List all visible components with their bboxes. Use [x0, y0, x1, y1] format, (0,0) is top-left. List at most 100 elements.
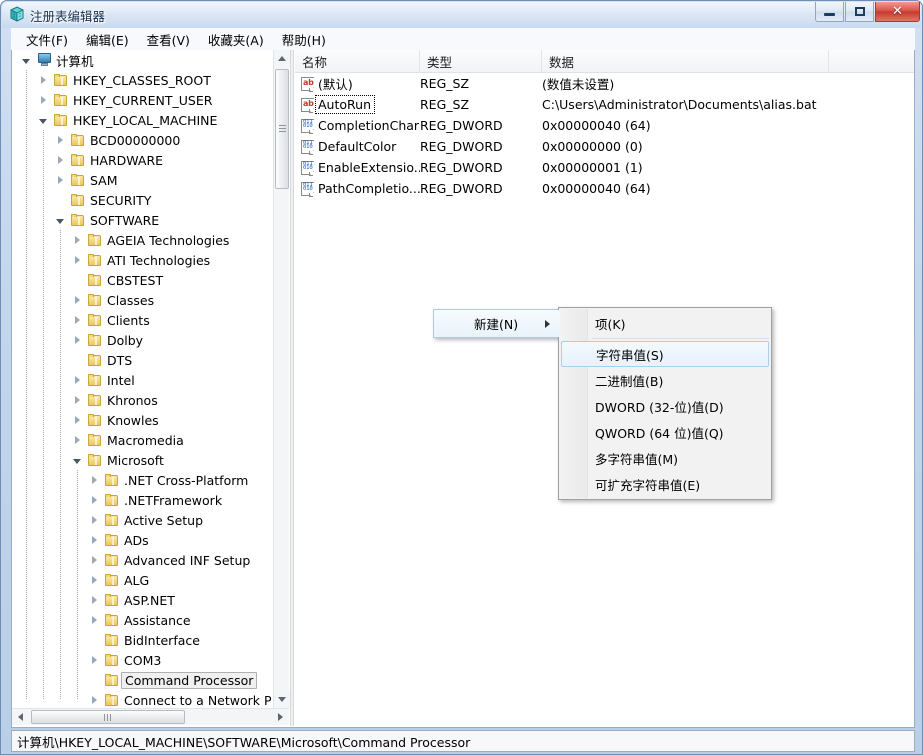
tree-item-software[interactable]: SOFTWARE — [12, 210, 274, 230]
tree-item-active-setup[interactable]: Active Setup — [12, 510, 274, 530]
tree-item-cbstest[interactable]: CBSTEST — [12, 270, 274, 290]
tree-item-dolby[interactable]: Dolby — [12, 330, 274, 350]
tree-expand-arrow[interactable] — [52, 170, 68, 190]
tree-item-ageia-technologies[interactable]: AGEIA Technologies — [12, 230, 274, 250]
tree-scroll-right-button[interactable] — [272, 709, 289, 725]
tree-item-knowles[interactable]: Knowles — [12, 410, 274, 430]
tree-item-assistance[interactable]: Assistance — [12, 610, 274, 630]
table-row[interactable]: 011 010 DefaultColor REG_DWORD 0x00000000 (0… — [295, 136, 914, 157]
tree-expand-arrow[interactable] — [86, 490, 102, 510]
tree-item-alg[interactable]: ALG — [12, 570, 274, 590]
tree-collapse-arrow[interactable] — [69, 450, 85, 470]
context-menu-item[interactable]: QWORD (64 位)值(Q) — [559, 419, 771, 445]
tree-item-com3[interactable]: COM3 — [12, 650, 274, 670]
context-menu-item[interactable]: DWORD (32-位)值(D) — [559, 393, 771, 419]
tree-item-asp-net[interactable]: ASP.NET — [12, 590, 274, 610]
table-row[interactable]: ab (默认) REG_SZ (数值未设置) — [295, 73, 914, 94]
tree-item-command-processor[interactable]: Command Processor — [12, 670, 274, 690]
tree-item-hkey-current-user[interactable]: HKEY_CURRENT_USER — [12, 90, 274, 110]
table-row[interactable]: 011 010 PathCompletio... REG_DWORD 0x0000004… — [295, 178, 914, 199]
tree-item-clients[interactable]: Clients — [12, 310, 274, 330]
tree-horizontal-scrollbar[interactable] — [12, 708, 289, 725]
context-menu-item[interactable]: 多字符串值(M) — [559, 445, 771, 471]
tree-item-hkey-classes-root[interactable]: HKEY_CLASSES_ROOT — [12, 70, 274, 90]
tree-expand-arrow[interactable] — [52, 130, 68, 150]
menu-edit[interactable]: 编辑(E) — [77, 27, 138, 52]
tree-expand-arrow[interactable] — [86, 610, 102, 630]
tree-expand-arrow[interactable] — [86, 530, 102, 550]
registry-editor-icon — [8, 5, 26, 23]
maximize-button[interactable] — [845, 2, 874, 22]
tree-item-security[interactable]: SECURITY — [12, 190, 274, 210]
tree-item-hardware[interactable]: HARDWARE — [12, 150, 274, 170]
tree-item-sam[interactable]: SAM — [12, 170, 274, 190]
tree-scroll-up-button[interactable] — [274, 50, 290, 67]
tree-expand-arrow[interactable] — [69, 390, 85, 410]
tree-expand-arrow[interactable] — [86, 590, 102, 610]
tree-collapse-arrow[interactable] — [52, 210, 68, 230]
tree-vertical-scrollbar[interactable] — [273, 50, 290, 708]
tree-item-macromedia[interactable]: Macromedia — [12, 430, 274, 450]
column-header-name[interactable]: 名称 — [295, 50, 420, 72]
tree-collapse-arrow[interactable] — [18, 50, 34, 70]
menu-favorites[interactable]: 收藏夹(A) — [199, 27, 273, 52]
tree-item-classes[interactable]: Classes — [12, 290, 274, 310]
column-header-data[interactable]: 数据 — [542, 50, 829, 72]
registry-tree[interactable]: 计算机 HKEY_CLASSES_ROOT HKEY_CURRENT_USER HKE… — [12, 50, 274, 708]
menu-file[interactable]: 文件(F) — [17, 27, 77, 52]
tree-item-ati-technologies[interactable]: ATI Technologies — [12, 250, 274, 270]
table-row[interactable]: 011 010 EnableExtensio... REG_DWORD 0x000000… — [295, 157, 914, 178]
tree-item-connect-to-a-network-p[interactable]: Connect to a Network P — [12, 690, 274, 708]
tree-expand-arrow[interactable] — [86, 690, 102, 708]
tree-expand-arrow[interactable] — [69, 250, 85, 270]
context-menu-item[interactable]: 字符串值(S) — [561, 341, 769, 367]
tree-expand-arrow[interactable] — [86, 650, 102, 670]
minimize-button[interactable] — [815, 2, 844, 22]
tree-expand-arrow[interactable] — [86, 510, 102, 530]
tree-expand-arrow[interactable] — [35, 90, 51, 110]
tree-expand-arrow[interactable] — [69, 230, 85, 250]
tree-item-bcd00000000[interactable]: BCD00000000 — [12, 130, 274, 150]
pane-splitter[interactable] — [290, 50, 294, 726]
context-menu-item[interactable]: 项(K) — [559, 310, 771, 336]
menu-view[interactable]: 查看(V) — [138, 27, 199, 52]
tree-horizontal-scrollbar-thumb[interactable] — [31, 710, 185, 724]
tree-expand-arrow[interactable] — [69, 370, 85, 390]
tree-vertical-scrollbar-thumb[interactable] — [275, 69, 289, 189]
context-menu-item[interactable]: 可扩充字符串值(E) — [559, 471, 771, 497]
table-row[interactable]: 011 010 CompletionChar REG_DWORD 0x00000040 … — [295, 115, 914, 136]
tree-item-advanced-inf-setup[interactable]: Advanced INF Setup — [12, 550, 274, 570]
tree-expand-arrow[interactable] — [52, 150, 68, 170]
table-row[interactable]: ab AutoRun REG_SZ C:\Users\Administrator\Do… — [295, 94, 914, 115]
tree-expand-arrow[interactable] — [86, 470, 102, 490]
tree-arrow-placeholder — [86, 630, 102, 650]
title-bar[interactable]: 注册表编辑器 ✕ — [1, 1, 923, 28]
tree-expand-arrow[interactable] — [69, 410, 85, 430]
close-button[interactable]: ✕ — [875, 2, 920, 22]
context-menu-item[interactable]: 二进制值(B) — [559, 367, 771, 393]
tree-item-microsoft[interactable]: Microsoft — [12, 450, 274, 470]
tree-item-[interactable]: 计算机 — [12, 50, 274, 70]
tree-item-netframework[interactable]: .NETFramework — [12, 490, 274, 510]
tree-item-intel[interactable]: Intel — [12, 370, 274, 390]
tree-scroll-left-button[interactable] — [12, 709, 29, 725]
context-menu-item-new[interactable]: 新建(N) — [434, 310, 560, 337]
tree-item-ads[interactable]: ADs — [12, 530, 274, 550]
tree-item-hkey-local-machine[interactable]: HKEY_LOCAL_MACHINE — [12, 110, 274, 130]
tree-item-dts[interactable]: DTS — [12, 350, 274, 370]
tree-expand-arrow[interactable] — [86, 570, 102, 590]
tree-expand-arrow[interactable] — [69, 330, 85, 350]
menu-help[interactable]: 帮助(H) — [273, 27, 335, 52]
tree-expand-arrow[interactable] — [69, 290, 85, 310]
tree-item-label: Classes — [107, 292, 155, 308]
column-header-type[interactable]: 类型 — [420, 50, 542, 72]
tree-expand-arrow[interactable] — [86, 550, 102, 570]
tree-expand-arrow[interactable] — [69, 430, 85, 450]
tree-expand-arrow[interactable] — [69, 310, 85, 330]
tree-item-khronos[interactable]: Khronos — [12, 390, 274, 410]
tree-scroll-down-button[interactable] — [274, 691, 290, 708]
tree-expand-arrow[interactable] — [35, 70, 51, 90]
tree-collapse-arrow[interactable] — [35, 110, 51, 130]
tree-item-net-cross-platform[interactable]: .NET Cross-Platform — [12, 470, 274, 490]
tree-item-bidinterface[interactable]: BidInterface — [12, 630, 274, 650]
